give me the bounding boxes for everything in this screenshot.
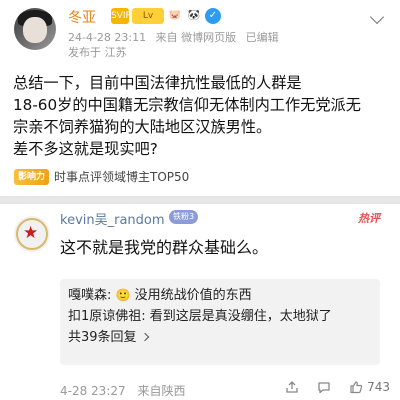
- post-line: 18-60岁的中国籍无宗教信仰无体制内工作无党派无: [13, 96, 361, 114]
- post-source: 来自 微博网页版: [155, 31, 237, 44]
- influence-badge: 影响力: [14, 168, 50, 185]
- commenter-username[interactable]: kevin吴_random: [60, 209, 165, 228]
- chevron-down-icon[interactable]: [369, 9, 385, 25]
- hot-comment: ★ kevin吴_random 铁粉3 热评 这不就是我党的群众基础么。 嘎噗森…: [0, 204, 400, 400]
- author-username[interactable]: 冬亚: [68, 7, 96, 27]
- chevron-right-icon: [140, 332, 149, 342]
- weibo-post: 冬亚 SVIP Lv 🐷 🐼 ✓ 24-4-28 23:11 来自 微博网页版 …: [0, 0, 400, 196]
- level-badge-icon: Lv: [132, 8, 164, 24]
- comment-location: 来自陕西: [137, 384, 186, 398]
- reply-item[interactable]: 扣1原谅佛祖: 看到这层是真没绷住，太地狱了: [68, 306, 372, 327]
- post-line: 总结一下，目前中国法律抗性最低的人群是: [13, 74, 302, 92]
- reply-username[interactable]: 嘎噗森:: [68, 288, 111, 303]
- section-divider: [0, 196, 400, 204]
- star-icon: ★: [23, 223, 39, 243]
- like-count: 743: [367, 380, 390, 394]
- pig-icon: 🐷: [167, 8, 183, 24]
- smile-emoji-icon: 🙂: [115, 288, 131, 302]
- influence-text: 时事点评领域博主TOP50: [54, 170, 190, 184]
- comment-footer: 4-28 23:27 来自陕西: [60, 382, 193, 399]
- author-avatar[interactable]: [14, 8, 56, 50]
- share-icon[interactable]: [285, 380, 299, 394]
- influence-tag[interactable]: 影响力 时事点评领域博主TOP50: [14, 168, 189, 185]
- post-meta: 24-4-28 23:11 来自 微博网页版 已编辑: [68, 29, 285, 45]
- avatar-face: [23, 17, 47, 43]
- replies-box[interactable]: 嘎噗森: 🙂 没用统战价值的东西 扣1原谅佛祖: 看到这层是真没绷住，太地狱了 …: [60, 279, 380, 365]
- post-body: 总结一下，目前中国法律抗性最低的人群是 18-60岁的中国籍无宗教信仰无体制内工…: [13, 72, 393, 160]
- author-badges: SVIP Lv 🐷 🐼 ✓: [111, 8, 221, 24]
- comment-icon[interactable]: [317, 380, 331, 394]
- like-button[interactable]: 743: [349, 380, 390, 394]
- comment-actions: 743: [285, 380, 390, 394]
- vip-badge-icon: SVIP: [111, 8, 131, 24]
- like-icon: [350, 381, 363, 394]
- comment-time: 4-28 23:27: [60, 384, 126, 398]
- reply-item[interactable]: 嘎噗森: 🙂 没用统战价值的东西: [68, 285, 372, 306]
- reply-username[interactable]: 扣1原谅佛祖:: [68, 309, 146, 324]
- comment-text: 这不就是我党的群众基础么。: [60, 238, 269, 257]
- post-location: 发布于 江苏: [68, 46, 127, 59]
- verified-icon: ✓: [205, 8, 221, 24]
- post-timestamp: 24-4-28 23:11: [68, 31, 147, 44]
- post-edited[interactable]: 已编辑: [246, 31, 279, 44]
- reply-text: 看到这层是真没绷住，太地狱了: [149, 309, 332, 324]
- panda-icon: 🐼: [186, 8, 202, 24]
- hot-comment-label: 热评: [358, 212, 380, 225]
- more-replies-link[interactable]: 共39条回复: [68, 327, 372, 348]
- more-replies-label: 共39条回复: [68, 330, 137, 345]
- post-line: 宗亲不饲养猫狗的大陆地区汉族男性。: [13, 118, 272, 136]
- post-line: 差不多这就是现实吧?: [13, 140, 158, 158]
- fan-badge: 铁粉3: [169, 210, 199, 224]
- commenter-avatar[interactable]: ★: [14, 216, 50, 252]
- reply-text: 没用统战价值的东西: [134, 288, 252, 303]
